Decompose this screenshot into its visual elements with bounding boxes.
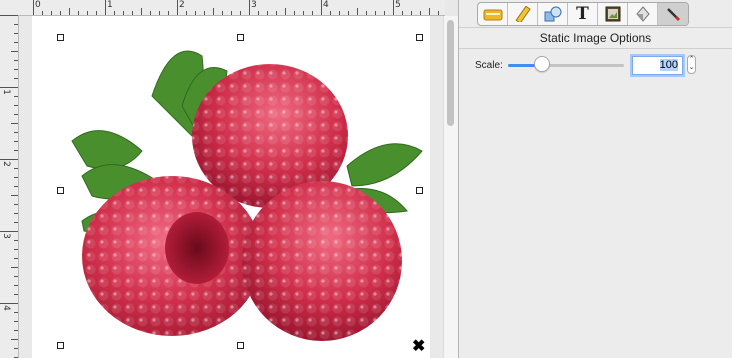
scale-slider-knob[interactable] [533, 56, 550, 72]
ruler-label-v4: 4 [0, 305, 11, 311]
image-icon[interactable] [598, 3, 628, 25]
ruler-label-v1: 1 [0, 89, 11, 95]
scale-label: Scale: [475, 60, 503, 71]
resize-cursor-icon: ✖ [412, 338, 426, 355]
shapes-icon[interactable] [538, 3, 568, 25]
scale-input[interactable]: 100 [632, 56, 683, 75]
scrollbar-thumb[interactable] [447, 20, 454, 126]
scale-slider[interactable] [508, 64, 624, 67]
scale-stepper[interactable]: ⌃ ⌄ [687, 55, 696, 74]
ruler-label-3: 3 [251, 0, 257, 10]
stepper-up-icon[interactable]: ⌃ [688, 56, 695, 64]
ruler-icon[interactable] [508, 3, 538, 25]
page[interactable] [32, 16, 430, 358]
ruler-label-v3: 3 [0, 233, 11, 239]
vertical-ruler: 1 2 3 4 [0, 15, 19, 358]
document-icon[interactable] [478, 3, 508, 25]
ruler-label-v2: 2 [0, 161, 11, 167]
inspector-panel: T Static Image Options Scale: 100 ⌃ ⌄ [458, 0, 732, 358]
canvas-area[interactable] [19, 16, 445, 358]
selection-handle-top-left[interactable] [57, 34, 64, 41]
pen-icon[interactable] [658, 3, 688, 25]
horizontal-ruler-ticks [33, 0, 439, 15]
panel-title: Static Image Options [459, 27, 732, 49]
ruler-label-2: 2 [179, 0, 185, 10]
text-icon[interactable]: T [568, 3, 598, 25]
selection-handle-top-right[interactable] [416, 34, 423, 41]
horizontal-ruler: 0 1 2 3 4 5 [18, 0, 445, 16]
inspector-toolbar: T [477, 2, 689, 26]
fill-icon[interactable] [628, 3, 658, 25]
selection-handle-bottom-center[interactable] [237, 342, 244, 349]
ruler-label-4: 4 [323, 0, 329, 10]
ruler-label-5: 5 [395, 0, 401, 10]
selection-handle-middle-left[interactable] [57, 187, 64, 194]
text-tool-glyph: T [576, 4, 589, 24]
vertical-scrollbar[interactable] [443, 16, 458, 358]
stepper-down-icon[interactable]: ⌄ [688, 64, 695, 72]
selection-handle-bottom-left[interactable] [57, 342, 64, 349]
selection-handle-middle-right[interactable] [416, 187, 423, 194]
ruler-corner [0, 0, 19, 16]
ruler-label-0: 0 [35, 0, 41, 10]
raspberry-image[interactable] [32, 16, 430, 358]
scale-input-value: 100 [659, 59, 678, 71]
selection-handle-top-center[interactable] [237, 34, 244, 41]
ruler-label-1: 1 [107, 0, 113, 10]
